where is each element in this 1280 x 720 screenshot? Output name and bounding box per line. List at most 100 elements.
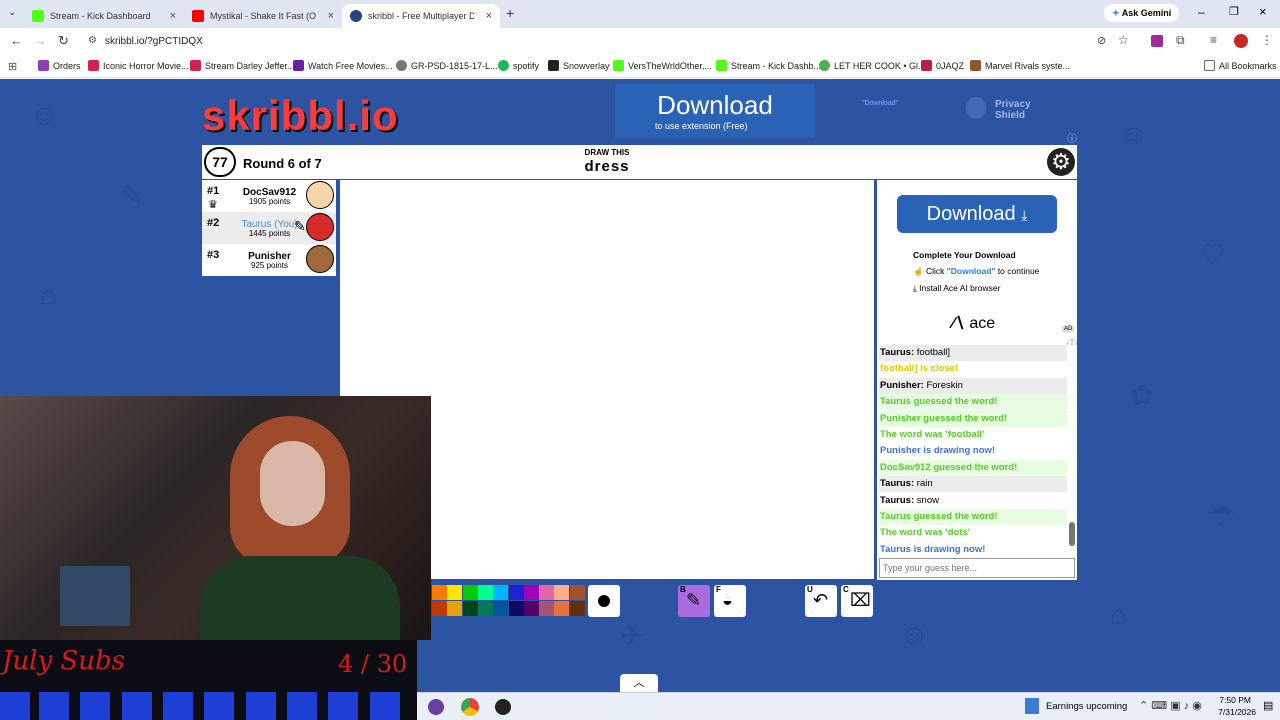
bookmark-marvel[interactable]: Marvel Rivals syste... (970, 60, 1070, 71)
forward-button[interactable]: → (34, 33, 47, 48)
color-swatch[interactable] (462, 601, 478, 616)
top-ad-tiny-link[interactable]: "Download" (862, 100, 898, 107)
color-swatch[interactable] (477, 601, 493, 616)
bookmark-let-her-cook[interactable]: LET HER COOK • Gl... (819, 60, 926, 71)
extension-icon[interactable] (1151, 35, 1163, 47)
tab-kick-dashboard[interactable]: Stream - Kick Dashboard × (24, 4, 184, 28)
player-row[interactable]: #3 Punisher 925 points (202, 244, 336, 276)
color-swatch[interactable] (477, 585, 493, 600)
menu-icon[interactable]: ⋮ (1261, 33, 1273, 47)
brush-tool-button[interactable]: B ✎ (678, 585, 710, 617)
ad-info-icon[interactable]: ⓘ (1067, 130, 1077, 145)
color-swatch[interactable] (569, 585, 585, 600)
color-swatch[interactable] (539, 601, 555, 616)
color-swatch[interactable] (523, 585, 539, 600)
color-swatch[interactable] (462, 585, 478, 600)
chat-text: The word was 'dots' (880, 527, 971, 539)
avatar[interactable] (1234, 34, 1248, 48)
bookmark-star-icon[interactable]: ☆ (1118, 33, 1129, 47)
color-swatch[interactable] (447, 601, 463, 616)
bookmark-horror[interactable]: Iconic Horror Movie... (88, 60, 189, 71)
tab-strip: ⌄ Stream - Kick Dashboard × Mystikal - S… (0, 0, 1280, 28)
player-row[interactable]: #2 Taurus (You) 1445 points ✎ (202, 212, 336, 244)
top-ad-sub-label: to use extension (Free) (655, 121, 748, 131)
bookmark-snowverlay[interactable]: Snowverlay (548, 60, 610, 71)
color-swatch[interactable] (569, 601, 585, 616)
scrollbar-thumb[interactable] (1069, 522, 1075, 546)
color-swatch[interactable] (432, 601, 447, 616)
side-ad-download-button[interactable]: Download ⤓ (897, 195, 1057, 233)
click-instruction: ☝ Click "Download" to continue (913, 266, 1039, 277)
tray-icons[interactable]: ⌃ ⌨ ▣ ♪ ◉ (1139, 699, 1202, 712)
all-bookmarks[interactable]: All Bookmarks (1204, 60, 1277, 71)
bookmark-label: Marvel Rivals syste... (985, 60, 1071, 71)
guess-input[interactable] (879, 558, 1075, 578)
color-swatch[interactable] (554, 585, 570, 600)
bookmark-stream[interactable]: Stream Darley Jeffer... (190, 60, 294, 71)
sub-goal-segment (287, 692, 317, 720)
new-tab-button[interactable]: + (506, 5, 514, 21)
eye-slash-icon[interactable]: ⊘ (1097, 34, 1106, 47)
undo-button[interactable]: U ↶ (805, 585, 837, 617)
bookmark-grpsd[interactable]: GR-PSD-1815-17-L... (396, 60, 498, 71)
bookmark-kick-dash[interactable]: Stream - Kick Dashb... (716, 60, 821, 71)
color-swatch[interactable] (447, 585, 463, 600)
clock-time[interactable]: 7:50 PM (1205, 695, 1251, 705)
tab-search-icon[interactable]: ⌄ (8, 7, 16, 18)
bookmark-0jaqz[interactable]: 0JAQZ (921, 60, 964, 71)
chat-scrollbar[interactable] (1069, 349, 1075, 556)
chrome-icon[interactable] (461, 698, 479, 716)
notification-icon[interactable]: ▤ (1263, 699, 1273, 712)
bookmark-verstheworld[interactable]: VersTheWrldOther,... (613, 60, 712, 71)
clear-button[interactable]: C ⌧ (841, 585, 873, 617)
globe-icon (396, 60, 407, 71)
tab-skribbl[interactable]: skribbl - Free Multiplayer D × (342, 4, 500, 28)
bookmark-spotify[interactable]: spotify (498, 60, 539, 71)
sub-goal-segment (370, 692, 400, 720)
close-icon[interactable]: × (486, 10, 492, 22)
top-ad-download-label: Download (657, 90, 773, 120)
color-swatch[interactable] (554, 601, 570, 616)
bookmark-orders[interactable]: Orders (38, 60, 81, 71)
minimize-button[interactable]: – (1198, 5, 1205, 19)
taskbar: Earnings upcoming ⌃ ⌨ ▣ ♪ ◉ 7:50 PM 7/31… (417, 692, 1280, 720)
news-label[interactable]: Earnings upcoming (1046, 701, 1127, 712)
taskbar-app-icon[interactable] (428, 699, 444, 715)
color-swatch[interactable] (523, 601, 539, 616)
bookmark-label: Stream - Kick Dashb... (731, 60, 822, 71)
ask-gemini-button[interactable]: ✦ Ask Gemini (1104, 4, 1180, 22)
fill-tool-button[interactable]: F ◒ (714, 585, 746, 617)
tab-mystikal[interactable]: Mystikal - Shake It Fast (Offi × (184, 4, 342, 28)
color-swatch[interactable] (508, 585, 524, 600)
settings-gear-icon[interactable]: ⚙ (1047, 148, 1075, 176)
window-close-button[interactable]: × (1259, 4, 1267, 19)
address-bar[interactable]: skribbl.io/?gPCTIDQX (105, 36, 203, 47)
close-icon[interactable]: × (328, 10, 334, 22)
media-icon[interactable]: ≡ (1210, 33, 1217, 47)
apps-icon[interactable]: ⊞ (8, 60, 17, 73)
brush-size-button[interactable] (588, 585, 620, 617)
toolbar: ← → ↻ ⚙ skribbl.io/?gPCTIDQX ⊘ ☆ ⧉ ≡ ⋮ (0, 28, 1280, 56)
doodle-icon: ⌂ (1110, 599, 1127, 630)
click-link[interactable]: "Download" (947, 266, 996, 276)
reload-button[interactable]: ↻ (58, 33, 69, 49)
bookmark-movies[interactable]: Watch Free Movies... (293, 60, 393, 71)
close-icon[interactable]: × (170, 10, 176, 22)
color-swatch[interactable] (539, 585, 555, 600)
top-ad-download-button[interactable]: Download to use extension (Free) (615, 84, 815, 138)
chat-message: football] is close! (879, 361, 1067, 377)
back-button[interactable]: ← (10, 33, 23, 48)
color-swatch[interactable] (508, 601, 524, 616)
chat-message: Taurus guessed the word! (879, 394, 1067, 411)
spotify-icon (498, 60, 509, 71)
chevron-up-icon[interactable]: ︿ (620, 674, 658, 692)
site-info-icon[interactable]: ⚙ (88, 35, 97, 46)
restore-button[interactable]: ❐ (1229, 5, 1239, 18)
color-swatch[interactable] (432, 585, 447, 600)
extensions-puzzle-icon[interactable]: ⧉ (1176, 33, 1185, 48)
color-swatch[interactable] (493, 601, 509, 616)
player-row[interactable]: #1 ♛ DocSav912 1905 points (202, 180, 336, 212)
color-swatch[interactable] (493, 585, 509, 600)
clock-date[interactable]: 7/31/2026 (1200, 707, 1256, 717)
taskbar-app-icon[interactable] (495, 699, 511, 715)
